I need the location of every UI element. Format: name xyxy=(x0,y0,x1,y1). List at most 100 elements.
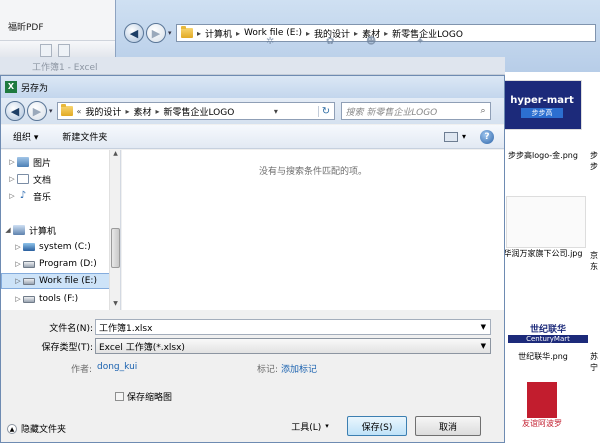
file-label[interactable]: 世纪联华.png xyxy=(498,351,588,363)
file-thumbnail[interactable]: hyper-mart 步步高 xyxy=(502,80,582,130)
empty-results-message: 没有与搜索条件匹配的项。 xyxy=(258,167,367,177)
expand-arrow-icon[interactable]: ▷ xyxy=(13,295,23,303)
hide-folders-label: 隐藏文件夹 xyxy=(21,425,67,435)
save-button[interactable]: 保存(S) xyxy=(347,416,407,436)
filename-field[interactable]: 工作簿1.xlsx ▼ xyxy=(95,319,491,335)
expand-arrow-icon[interactable]: ▷ xyxy=(13,243,23,251)
navigation-pane: ▷ 图片 ▷ 文档 ▷ ♪ 音乐 ◢ 计算机 ▷ system (C:) ▷ P… xyxy=(1,150,121,310)
file-thumbnail[interactable]: 友谊阿波罗 xyxy=(520,382,564,443)
scrollbar-thumb[interactable] xyxy=(111,228,120,268)
breadcrumb-separator-icon: ▸ xyxy=(125,106,130,116)
file-label[interactable]: 华润万家旗下公司.jpg xyxy=(498,248,588,260)
drive-icon xyxy=(23,277,35,285)
recent-pages-chevron-icon[interactable]: ▾ xyxy=(168,29,172,37)
dialog-address-bar[interactable]: « 我的设计 ▸ 素材 ▸ 新零售企业LOGO ▾ ↻ xyxy=(56,102,335,120)
scroll-down-arrow-icon[interactable]: ▼ xyxy=(110,300,121,310)
documents-icon xyxy=(17,174,29,184)
tree-item-music[interactable]: ▷ ♪ 音乐 xyxy=(1,188,119,204)
navigation-scrollbar[interactable]: ▲ ▼ xyxy=(109,150,120,310)
save-thumbnail-option[interactable]: 保存缩略图 xyxy=(115,390,172,403)
hide-folders-toggle[interactable]: ▲ 隐藏文件夹 xyxy=(7,422,66,435)
tree-item-computer[interactable]: ◢ 计算机 xyxy=(1,222,119,238)
thumbnail-logo-text: 友谊阿波罗 xyxy=(522,419,562,428)
dialog-command-bar: 组织 ▾ 新建文件夹 ▾ ? xyxy=(1,125,504,149)
explorer-address-bar[interactable]: ▸ 计算机 ▸ Work file (E:) ▸ 我的设计 ▸ 素材 ▸ 新零售… xyxy=(176,24,596,42)
drive-icon xyxy=(23,295,35,303)
tree-item-drive-e[interactable]: ▷ Work file (E:) xyxy=(1,273,119,289)
back-arrow-icon[interactable]: ◀ xyxy=(5,101,25,121)
thumbnail-logo-shape xyxy=(527,382,557,418)
new-folder-button[interactable]: 新建文件夹 xyxy=(50,130,119,143)
address-dropdown-icon[interactable]: ▾ xyxy=(274,107,278,116)
explorer-file-grid: hyper-mart 步步高 步步高logo-金.png 步步 华润万家旗下公司… xyxy=(498,72,600,443)
back-arrow-icon[interactable]: ◀ xyxy=(124,23,144,43)
file-label[interactable]: 步步高logo-金.png xyxy=(498,150,588,162)
breadcrumb-separator-icon: ▸ xyxy=(155,106,160,116)
file-list-pane[interactable]: 没有与搜索条件匹配的项。 xyxy=(122,150,504,310)
filename-dropdown-icon[interactable]: ▼ xyxy=(481,323,486,331)
tree-item-label: system (C:) xyxy=(39,242,91,252)
dialog-crumb[interactable]: 素材 xyxy=(133,105,151,118)
filetype-label: 保存类型(T): xyxy=(41,343,93,353)
collapse-chevron-icon[interactable]: ▲ xyxy=(7,423,17,434)
pdf-toolbar-button[interactable] xyxy=(40,44,52,57)
file-thumbnail[interactable] xyxy=(506,196,586,248)
recent-pages-chevron-icon[interactable]: ▾ xyxy=(49,107,53,115)
tree-item-pictures[interactable]: ▷ 图片 xyxy=(1,154,119,170)
tools-dropdown-icon: ▾ xyxy=(325,422,329,430)
view-dropdown-icon[interactable]: ▾ xyxy=(462,132,466,141)
folder-icon xyxy=(181,26,193,38)
view-options-icon[interactable] xyxy=(443,131,458,142)
file-label[interactable]: 苏宁 xyxy=(590,351,600,373)
doodle-decoration-icon: ✦ xyxy=(416,36,425,47)
excel-icon: X xyxy=(5,81,17,93)
file-label[interactable]: 步步 xyxy=(590,150,600,172)
file-thumbnail[interactable]: 世纪联华 CenturyMart xyxy=(508,322,588,348)
add-tags-link[interactable]: 添加标记 xyxy=(281,362,317,375)
forward-arrow-icon[interactable]: ▶ xyxy=(27,101,47,121)
cancel-button[interactable]: 取消 xyxy=(415,416,481,436)
excel-window-bar: 工作簿1 - Excel xyxy=(0,57,505,75)
tools-button[interactable]: 工具(L) ▾ xyxy=(285,416,335,436)
help-icon[interactable]: ? xyxy=(480,129,494,144)
breadcrumb-separator-icon: ▸ xyxy=(236,28,241,38)
expand-arrow-icon[interactable]: ▷ xyxy=(7,192,17,200)
filetype-select[interactable]: Excel 工作簿(*.xlsx) ▼ xyxy=(95,338,491,354)
organize-button[interactable]: 组织 ▾ xyxy=(1,130,50,143)
expand-arrow-icon[interactable]: ▷ xyxy=(13,277,23,285)
author-label: 作者: xyxy=(71,365,93,375)
pdf-toolbar-button[interactable] xyxy=(58,44,70,57)
breadcrumb-separator-icon: ▸ xyxy=(384,28,389,38)
tags-label: 标记: xyxy=(257,365,279,375)
search-input[interactable]: 搜索 新零售企业LOGO ⌕ xyxy=(340,102,491,120)
dialog-titlebar[interactable]: X 另存为 xyxy=(1,76,504,98)
expand-arrow-icon[interactable]: ▷ xyxy=(7,158,17,166)
tree-item-drive-d[interactable]: ▷ Program (D:) xyxy=(1,256,119,272)
explorer-crumb[interactable]: 计算机 xyxy=(205,27,232,40)
filename-label: 文件名(N): xyxy=(49,324,93,334)
search-placeholder: 搜索 新零售企业LOGO xyxy=(345,107,438,118)
excel-window-title: 工作簿1 - Excel xyxy=(32,63,98,73)
dialog-nav-buttons: ◀ ▶ ▾ xyxy=(1,101,53,121)
author-value[interactable]: dong_kui xyxy=(97,362,137,372)
tree-item-drive-f[interactable]: ▷ tools (F:) xyxy=(1,291,119,307)
breadcrumb-separator-icon: ▸ xyxy=(197,28,202,38)
expand-arrow-icon[interactable]: ▷ xyxy=(7,175,17,183)
drive-icon xyxy=(23,260,35,268)
search-icon[interactable]: ⌕ xyxy=(480,106,485,116)
scroll-up-arrow-icon[interactable]: ▲ xyxy=(110,150,121,160)
tree-item-drive-c[interactable]: ▷ system (C:) xyxy=(1,239,119,255)
expand-arrow-icon[interactable]: ▷ xyxy=(13,260,23,268)
tree-item-documents[interactable]: ▷ 文档 xyxy=(1,171,119,187)
dialog-navigation-row: ◀ ▶ ▾ « 我的设计 ▸ 素材 ▸ 新零售企业LOGO ▾ ↻ 搜索 新零售… xyxy=(1,98,504,124)
file-label[interactable]: 京东 xyxy=(590,250,600,272)
filetype-dropdown-icon[interactable]: ▼ xyxy=(481,342,486,350)
collapse-arrow-icon[interactable]: ◢ xyxy=(3,226,13,234)
save-thumbnail-checkbox[interactable] xyxy=(115,392,124,401)
breadcrumb-overflow-icon[interactable]: « xyxy=(77,107,82,116)
forward-arrow-icon[interactable]: ▶ xyxy=(146,23,166,43)
refresh-icon[interactable]: ↻ xyxy=(317,105,334,117)
dialog-crumb[interactable]: 我的设计 xyxy=(85,105,121,118)
explorer-crumb[interactable]: 新零售企业LOGO xyxy=(392,27,463,40)
dialog-crumb[interactable]: 新零售企业LOGO xyxy=(163,105,234,118)
